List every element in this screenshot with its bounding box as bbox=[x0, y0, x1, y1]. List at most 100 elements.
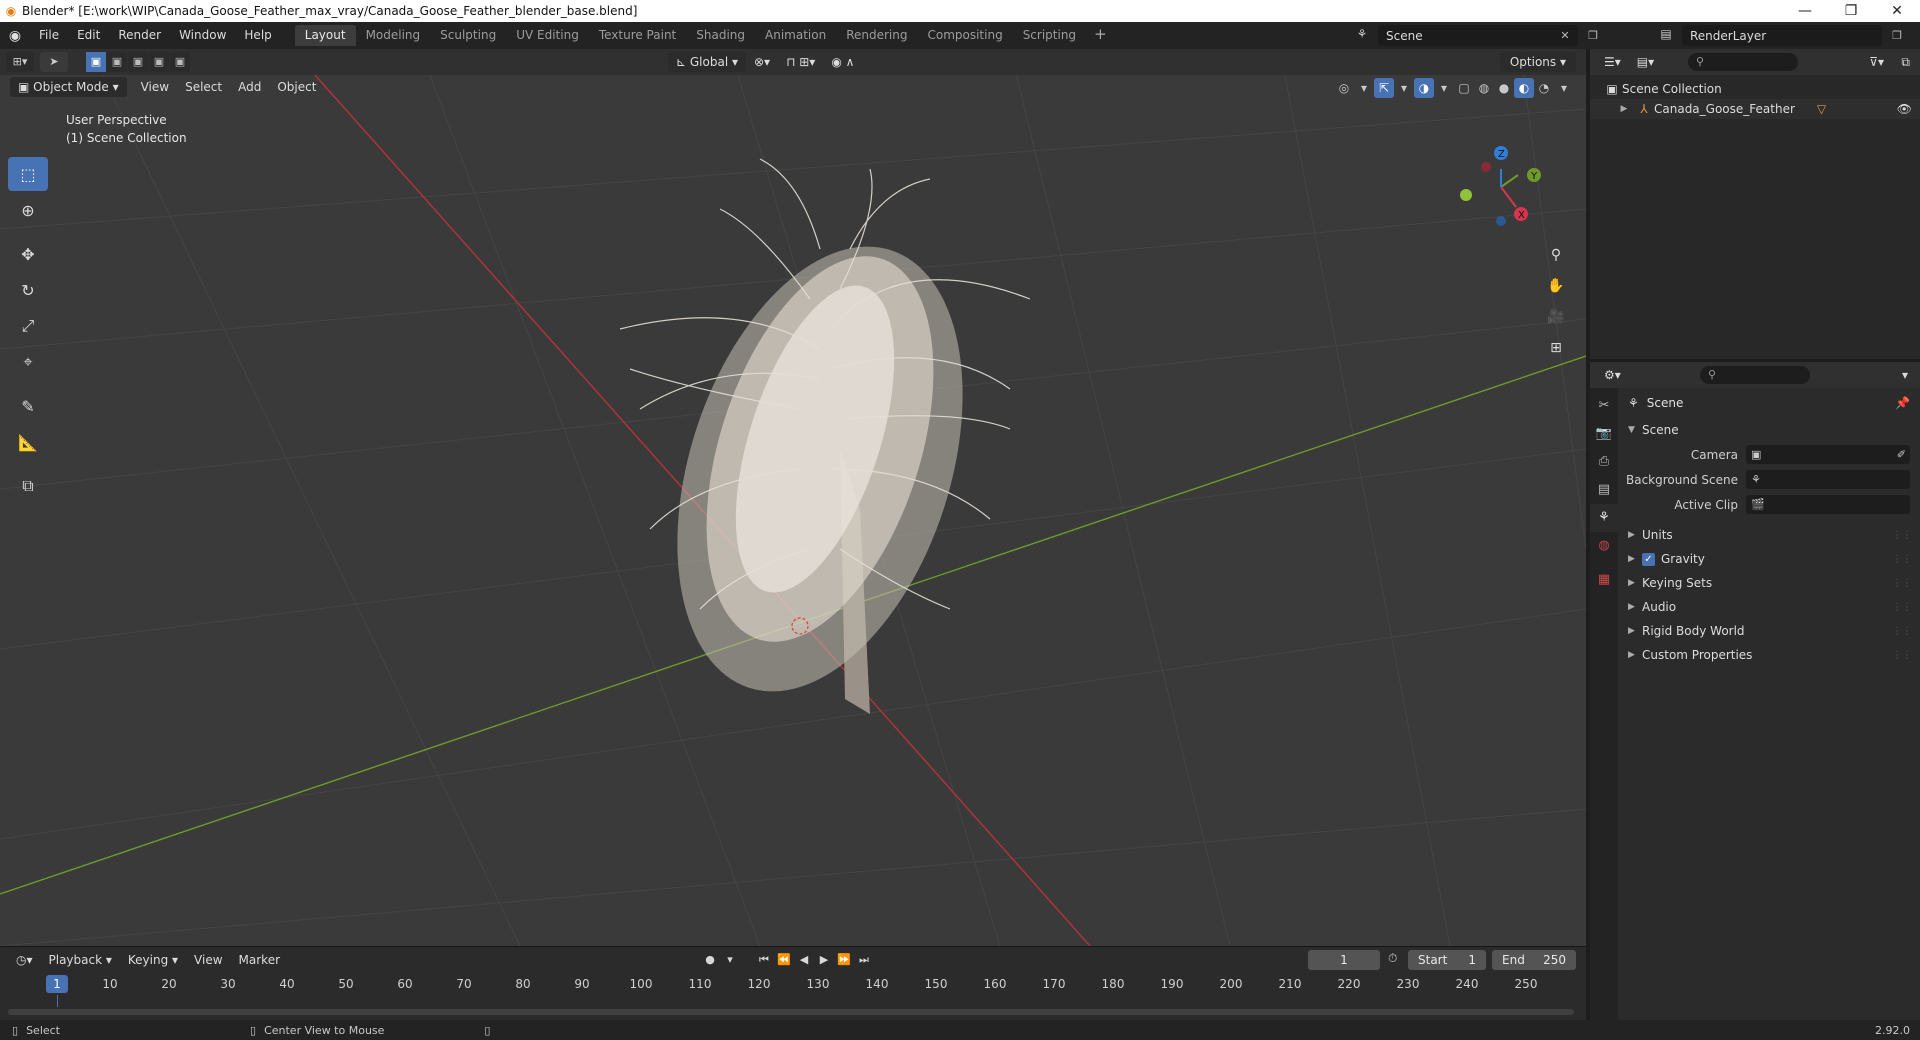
cursor-tool-icon[interactable]: ⊕ bbox=[8, 193, 48, 227]
eyedropper-icon[interactable]: ✐ bbox=[1897, 448, 1906, 461]
maximize-button[interactable]: ❐ bbox=[1828, 3, 1874, 19]
add-workspace-button[interactable]: + bbox=[1086, 25, 1115, 46]
camera-view-icon[interactable]: 🎥 bbox=[1542, 303, 1570, 331]
drag-handle-icon[interactable]: ⋮⋮ bbox=[1892, 602, 1912, 613]
start-frame-field[interactable]: Start 1 bbox=[1408, 950, 1486, 970]
minimize-button[interactable]: — bbox=[1782, 3, 1828, 19]
annotate-tool-icon[interactable]: ✎ bbox=[8, 389, 48, 423]
feather-object[interactable] bbox=[619, 158, 1031, 728]
select-invert-icon[interactable]: ▣ bbox=[149, 52, 169, 72]
new-scene-icon[interactable]: ❐ bbox=[1584, 27, 1602, 45]
filter-icon[interactable]: ⊽▾ bbox=[1861, 52, 1892, 72]
display-mode-icon[interactable]: ▤▾ bbox=[1629, 52, 1662, 72]
solid-shading-icon[interactable]: ● bbox=[1494, 78, 1514, 98]
background-scene-field[interactable]: ⚘ bbox=[1746, 470, 1910, 489]
tab-modeling[interactable]: Modeling bbox=[356, 25, 431, 46]
audio-panel-header[interactable]: ▶ Audio ⋮⋮ bbox=[1618, 595, 1920, 619]
auto-key-icon[interactable]: ● bbox=[700, 950, 720, 970]
rotate-tool-icon[interactable]: ↻ bbox=[8, 273, 48, 307]
proportional-edit-icon[interactable]: ◉ ∧ bbox=[823, 52, 862, 72]
view-layer-tab-icon[interactable]: ▤ bbox=[1590, 476, 1618, 504]
3d-viewport[interactable]: ⊞▾ ➤ ▣ ▣ ▣ ▣ ▣ ⊾ Global ▾ ⊗▾ ⊓ ⊞▾ ◉ ∧ Op… bbox=[0, 49, 1586, 946]
outliner-editor-type-icon[interactable]: ☰▾ bbox=[1596, 52, 1629, 72]
scale-tool-icon[interactable]: ⤢ bbox=[8, 309, 48, 343]
wireframe-shading-icon[interactable]: ◍ bbox=[1474, 78, 1494, 98]
tab-rendering[interactable]: Rendering bbox=[836, 25, 917, 46]
material-shading-icon[interactable]: ◐ bbox=[1514, 78, 1534, 98]
output-tab-icon[interactable]: ⎙ bbox=[1590, 448, 1618, 476]
gizmo-toggle-icon[interactable]: ⇱ bbox=[1374, 78, 1394, 98]
keying-menu[interactable]: Keying ▾ bbox=[120, 950, 186, 970]
eye-visibility-icon[interactable]: 👁 bbox=[1897, 102, 1912, 116]
modifier-icon[interactable]: ▽ bbox=[1817, 102, 1826, 116]
drag-handle-icon[interactable]: ⋮⋮ bbox=[1892, 626, 1912, 637]
transform-tool-icon[interactable]: ⌖ bbox=[8, 345, 48, 379]
add-cube-tool-icon[interactable]: ⧉ bbox=[8, 469, 48, 503]
menu-window[interactable]: Window bbox=[170, 22, 235, 49]
scene-tab-icon[interactable]: ⚘ bbox=[1590, 504, 1618, 532]
menu-help[interactable]: Help bbox=[235, 22, 280, 49]
current-frame-field[interactable]: 1 bbox=[1308, 950, 1380, 970]
world-tab-icon[interactable]: ◍ bbox=[1590, 532, 1618, 560]
timeline-scrollbar[interactable] bbox=[8, 1009, 1574, 1015]
scene-panel-header[interactable]: ▼ Scene bbox=[1618, 418, 1920, 442]
prev-keyframe-icon[interactable]: ⏪ bbox=[774, 950, 794, 970]
select-intersect-icon[interactable]: ▣ bbox=[170, 52, 190, 72]
xray-toggle-icon[interactable]: ▢ bbox=[1454, 78, 1474, 98]
select-extend-icon[interactable]: ▣ bbox=[107, 52, 127, 72]
menu-edit[interactable]: Edit bbox=[68, 22, 109, 49]
menu-view[interactable]: View bbox=[133, 77, 177, 97]
play-icon[interactable]: ▶ bbox=[814, 950, 834, 970]
select-tool-icon[interactable]: ➤ bbox=[40, 52, 68, 72]
drag-handle-icon[interactable]: ⋮⋮ bbox=[1892, 554, 1912, 565]
outliner-item-feather[interactable]: ▶ ⅄ Canada_Goose_Feather ▽ 👁 bbox=[1590, 99, 1920, 119]
gravity-checkbox[interactable]: ✓ bbox=[1642, 552, 1655, 566]
move-tool-icon[interactable]: ✥ bbox=[8, 237, 48, 271]
outliner-scene-collection[interactable]: ▣ Scene Collection bbox=[1590, 79, 1920, 99]
new-collection-icon[interactable]: ⧉ bbox=[1893, 52, 1918, 72]
delete-scene-icon[interactable]: ✕ bbox=[1556, 27, 1574, 45]
timeline-view-menu[interactable]: View bbox=[186, 950, 230, 970]
tab-animation[interactable]: Animation bbox=[755, 25, 836, 46]
render-tab-icon[interactable]: 📷 bbox=[1590, 420, 1618, 448]
playback-menu[interactable]: Playback ▾ bbox=[41, 950, 120, 970]
zoom-icon[interactable]: ⚲ bbox=[1542, 241, 1570, 269]
pan-hand-icon[interactable]: ✋ bbox=[1542, 272, 1570, 300]
tab-scripting[interactable]: Scripting bbox=[1013, 25, 1086, 46]
ortho-grid-icon[interactable]: ⊞ bbox=[1542, 334, 1570, 362]
rigid-body-panel-header[interactable]: ▶ Rigid Body World ⋮⋮ bbox=[1618, 619, 1920, 643]
menu-select[interactable]: Select bbox=[177, 77, 230, 97]
jump-start-icon[interactable]: ⏮ bbox=[754, 950, 774, 970]
navigation-gizmo[interactable]: Y X Z bbox=[1446, 117, 1556, 237]
expand-arrow-icon[interactable]: ▶ bbox=[1614, 104, 1634, 114]
timeline-editor-type-icon[interactable]: ◷▾ bbox=[8, 950, 41, 970]
measure-tool-icon[interactable]: 📐 bbox=[8, 425, 48, 459]
drag-handle-icon[interactable]: ⋮⋮ bbox=[1892, 578, 1912, 589]
editor-type-icon[interactable]: ⊞▾ bbox=[6, 52, 34, 72]
tab-sculpting[interactable]: Sculpting bbox=[430, 25, 506, 46]
menu-object[interactable]: Object bbox=[269, 77, 324, 97]
camera-field[interactable]: ▣ ✐ bbox=[1746, 445, 1910, 464]
tab-layout[interactable]: Layout bbox=[294, 25, 356, 46]
tab-texture-paint[interactable]: Texture Paint bbox=[589, 25, 686, 46]
outliner-search-input[interactable]: ⚲ bbox=[1688, 53, 1798, 71]
jump-end-icon[interactable]: ⏭ bbox=[854, 950, 874, 970]
select-box-tool-icon[interactable]: ⬚ bbox=[8, 157, 48, 191]
drag-handle-icon[interactable]: ⋮⋮ bbox=[1892, 530, 1912, 541]
visibility-dropdown-icon[interactable]: ▾ bbox=[1354, 78, 1374, 98]
blender-menu-icon[interactable]: ◉ bbox=[0, 28, 30, 44]
pivot-point-icon[interactable]: ⊗▾ bbox=[746, 52, 778, 72]
drag-handle-icon[interactable]: ⋮⋮ bbox=[1892, 650, 1912, 661]
pin-icon[interactable]: 📌 bbox=[1895, 396, 1910, 410]
custom-properties-panel-header[interactable]: ▶ Custom Properties ⋮⋮ bbox=[1618, 643, 1920, 667]
menu-file[interactable]: File bbox=[30, 22, 68, 49]
auto-key-dropdown-icon[interactable]: ▾ bbox=[720, 950, 740, 970]
texture-tab-icon[interactable]: ▦ bbox=[1590, 566, 1618, 594]
tab-uv-editing[interactable]: UV Editing bbox=[506, 25, 589, 46]
object-mode-dropdown[interactable]: ▣ Object Mode ▾ bbox=[10, 77, 127, 97]
shading-dropdown-icon[interactable]: ▾ bbox=[1554, 78, 1574, 98]
new-layer-icon[interactable]: ❐ bbox=[1888, 27, 1906, 45]
active-clip-field[interactable]: 🎬 bbox=[1746, 495, 1910, 514]
tab-compositing[interactable]: Compositing bbox=[917, 25, 1012, 46]
overlay-toggle-icon[interactable]: ◑ bbox=[1414, 78, 1434, 98]
